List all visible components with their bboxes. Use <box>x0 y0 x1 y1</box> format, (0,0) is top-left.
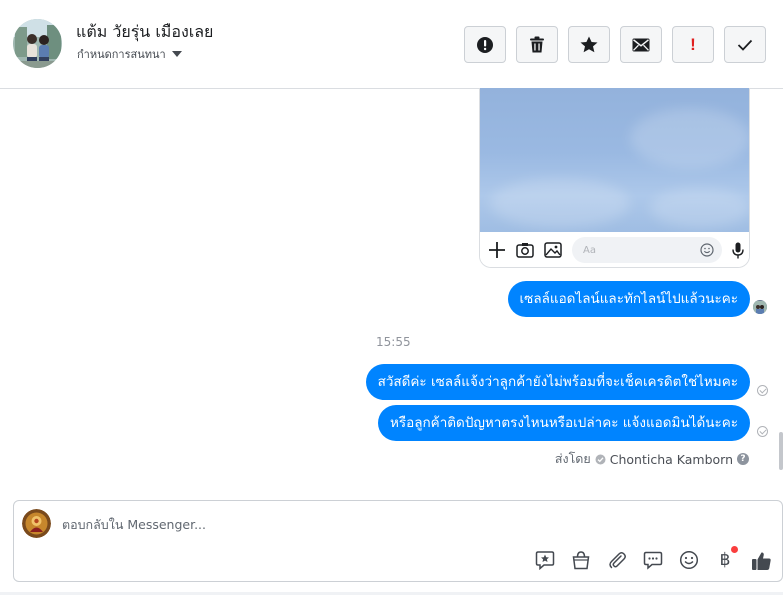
notification-dot <box>731 546 738 553</box>
attachment-image <box>480 88 749 232</box>
attachment-input-placeholder: Aa <box>583 244 596 256</box>
caret-down-icon <box>171 51 182 57</box>
follow-up-button[interactable]: ! <box>672 26 714 63</box>
plus-icon <box>489 242 505 258</box>
checkmark-icon <box>737 39 753 51</box>
message-bubble[interactable]: สวัสดีค่ะ เซลล์แจ้งว่าลูกค้ายังไม่พร้อมท… <box>365 364 750 400</box>
quick-reply-button[interactable] <box>642 549 664 571</box>
shared-image-attachment[interactable]: Aa <box>479 88 750 268</box>
page-avatar <box>22 509 51 538</box>
emoji-icon <box>700 243 714 257</box>
saved-reply-icon <box>535 551 555 570</box>
assign-conversation-dropdown[interactable]: กำหนดการสนทนา <box>77 45 182 63</box>
mark-unread-button[interactable] <box>620 26 662 63</box>
sent-by-info: ส่งโดย Chonticha Kamborn ? <box>555 449 749 469</box>
mark-spam-button[interactable] <box>464 26 506 63</box>
thumbs-up-icon <box>751 551 771 570</box>
exclamation-icon: ! <box>690 34 696 54</box>
contact-name[interactable]: แต้ม วัยรุ่น เมืองเลย <box>76 20 213 45</box>
shop-button[interactable] <box>570 549 592 571</box>
payment-button[interactable]: ฿ <box>714 546 738 571</box>
attach-file-button[interactable] <box>606 549 628 571</box>
like-button[interactable] <box>750 549 772 571</box>
sent-status-icon <box>757 426 768 437</box>
camera-icon <box>516 243 534 258</box>
emoji-icon <box>679 550 699 570</box>
message-thread[interactable]: Aa เซลล์แอดไลน์และทักไลน์ไปแล้วนะคะ 15:5… <box>0 88 783 493</box>
help-icon[interactable]: ? <box>737 453 749 465</box>
sent-status-icon <box>757 385 768 396</box>
assign-label: กำหนดการสนทนา <box>77 48 166 61</box>
delete-button[interactable] <box>516 26 558 63</box>
baht-payment-icon: ฿ <box>719 550 731 569</box>
sent-by-label: ส่งโดย <box>554 451 591 466</box>
attachment-composer-bar: Aa <box>480 232 749 267</box>
mark-done-button[interactable] <box>724 26 766 63</box>
emoji-button[interactable] <box>678 549 700 571</box>
message-bubble[interactable]: เซลล์แอดไลน์และทักไลน์ไปแล้วนะคะ <box>507 281 750 317</box>
envelope-icon <box>632 38 650 51</box>
verified-check-icon <box>595 454 606 464</box>
alert-circle-icon <box>477 36 493 53</box>
trash-icon <box>530 36 544 53</box>
attachment-icon <box>609 552 626 569</box>
star-button[interactable] <box>568 26 610 63</box>
reply-composer: ฿ <box>13 500 783 582</box>
conversation-header: แต้ม วัยรุ่น เมืองเลย กำหนดการสนทนา ! <box>0 0 783 89</box>
attachment-text-input: Aa <box>572 237 722 263</box>
seen-avatar <box>753 300 767 314</box>
chat-bubble-icon <box>643 551 663 570</box>
shopping-bag-icon <box>572 551 590 570</box>
message-timestamp: 15:55 <box>376 335 411 349</box>
composer-toolbar: ฿ <box>534 546 772 571</box>
microphone-icon <box>732 242 744 258</box>
contact-avatar[interactable] <box>13 19 62 68</box>
conversation-actions: ! <box>464 26 766 63</box>
sent-by-agent[interactable]: Chonticha Kamborn <box>610 452 733 467</box>
star-icon <box>580 36 598 53</box>
gallery-icon <box>544 242 562 258</box>
thread-scrollbar[interactable] <box>779 432 783 470</box>
reply-input[interactable] <box>62 514 562 534</box>
saved-reply-button[interactable] <box>534 549 556 571</box>
message-bubble[interactable]: หรือลูกค้าติดปัญหาตรงไหนหรือเปล่าคะ แจ้ง… <box>377 405 750 441</box>
